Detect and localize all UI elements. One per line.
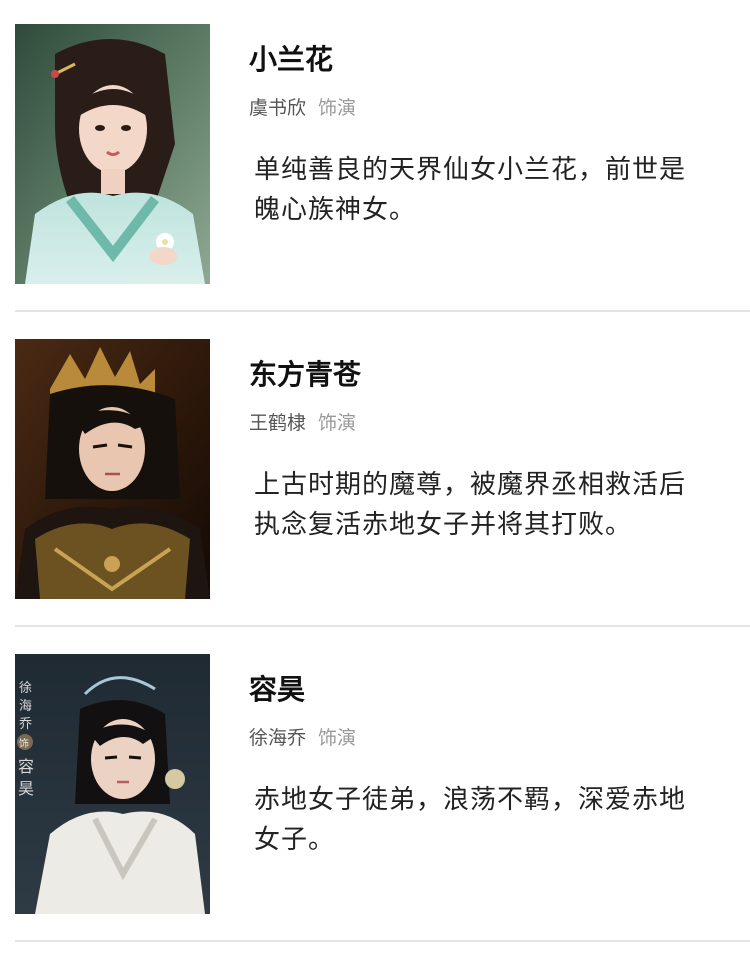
- actor-line: 徐海乔 饰演: [249, 725, 356, 751]
- divider: [15, 625, 750, 627]
- divider: [15, 310, 750, 312]
- character-name: 容昊: [249, 673, 306, 706]
- poster-char: 昊: [18, 779, 34, 798]
- character-name: 小兰花: [249, 43, 334, 76]
- character-card[interactable]: 东方青苍 王鹤棣 饰演 上古时期的魔尊，被魔界丞相救活后执念复活赤地女子并将其打败…: [0, 315, 750, 630]
- character-description: 单纯善良的天界仙女小兰花，前世是魄心族神女。: [254, 155, 687, 225]
- actor-name[interactable]: 徐海乔: [249, 727, 306, 749]
- role-suffix: 饰演: [318, 412, 357, 434]
- divider: [15, 940, 750, 942]
- character-name: 东方青苍: [249, 358, 362, 391]
- actor-name[interactable]: 王鹤棣: [249, 412, 306, 434]
- actor-line: 王鹤棣 饰演: [249, 410, 356, 436]
- character-list: 小兰花 虞书欣 饰演 单纯善良的天界仙女小兰花，前世是魄心族神女。 东方青苍 王…: [0, 0, 750, 953]
- role-suffix: 饰演: [318, 97, 357, 119]
- role-suffix: 饰演: [318, 727, 357, 749]
- poster-char: 徐: [19, 681, 32, 696]
- character-description: 赤地女子徒弟，浪荡不羁，深爱赤地女子。: [254, 785, 687, 855]
- actor-name[interactable]: 虞书欣: [249, 97, 306, 119]
- poster-text: 徐 海 乔 饰 容 昊: [17, 681, 34, 798]
- character-card[interactable]: 徐 海 乔 饰 容 昊 容昊 徐海乔 饰演 赤地女子徒弟，浪荡不羁，深爱赤地女子。: [0, 630, 750, 945]
- character-photo[interactable]: [15, 24, 210, 284]
- poster-char: 容: [18, 757, 34, 776]
- character-description: 上古时期的魔尊，被魔界丞相救活后执念复活赤地女子并将其打败。: [254, 470, 687, 540]
- character-card[interactable]: 小兰花 虞书欣 饰演 单纯善良的天界仙女小兰花，前世是魄心族神女。: [0, 0, 750, 315]
- poster-char: 海: [19, 699, 32, 714]
- character-photo[interactable]: 徐 海 乔 饰 容 昊: [15, 654, 210, 914]
- poster-char: 饰: [19, 737, 29, 750]
- character-photo[interactable]: [15, 339, 210, 599]
- poster-char: 乔: [19, 717, 32, 732]
- actor-line: 虞书欣 饰演: [249, 95, 356, 121]
